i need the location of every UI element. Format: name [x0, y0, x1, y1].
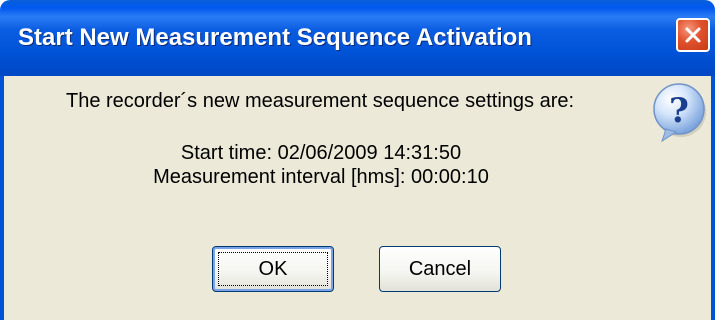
ok-button[interactable]: OK [212, 246, 334, 292]
close-button[interactable] [676, 18, 710, 52]
title-bar[interactable]: Start New Measurement Sequence Activatio… [0, 0, 715, 76]
dialog-message: The recorder´s new measurement sequence … [66, 90, 575, 112]
close-icon [685, 27, 701, 43]
cancel-button-label: Cancel [408, 257, 472, 280]
question-icon: ? [652, 80, 708, 144]
dialog-title: Start New Measurement Sequence Activatio… [18, 24, 532, 51]
dialog-window: Start New Measurement Sequence Activatio… [0, 0, 715, 320]
interval-text: Measurement interval [hms]: 00:00:10 [153, 166, 489, 188]
cancel-button[interactable]: Cancel [379, 246, 501, 292]
dialog-body: The recorder´s new measurement sequence … [0, 76, 715, 320]
focus-rectangle [218, 252, 328, 286]
start-time-text: Start time: 02/06/2009 14:31:50 [180, 142, 462, 164]
svg-text:?: ? [669, 91, 689, 131]
